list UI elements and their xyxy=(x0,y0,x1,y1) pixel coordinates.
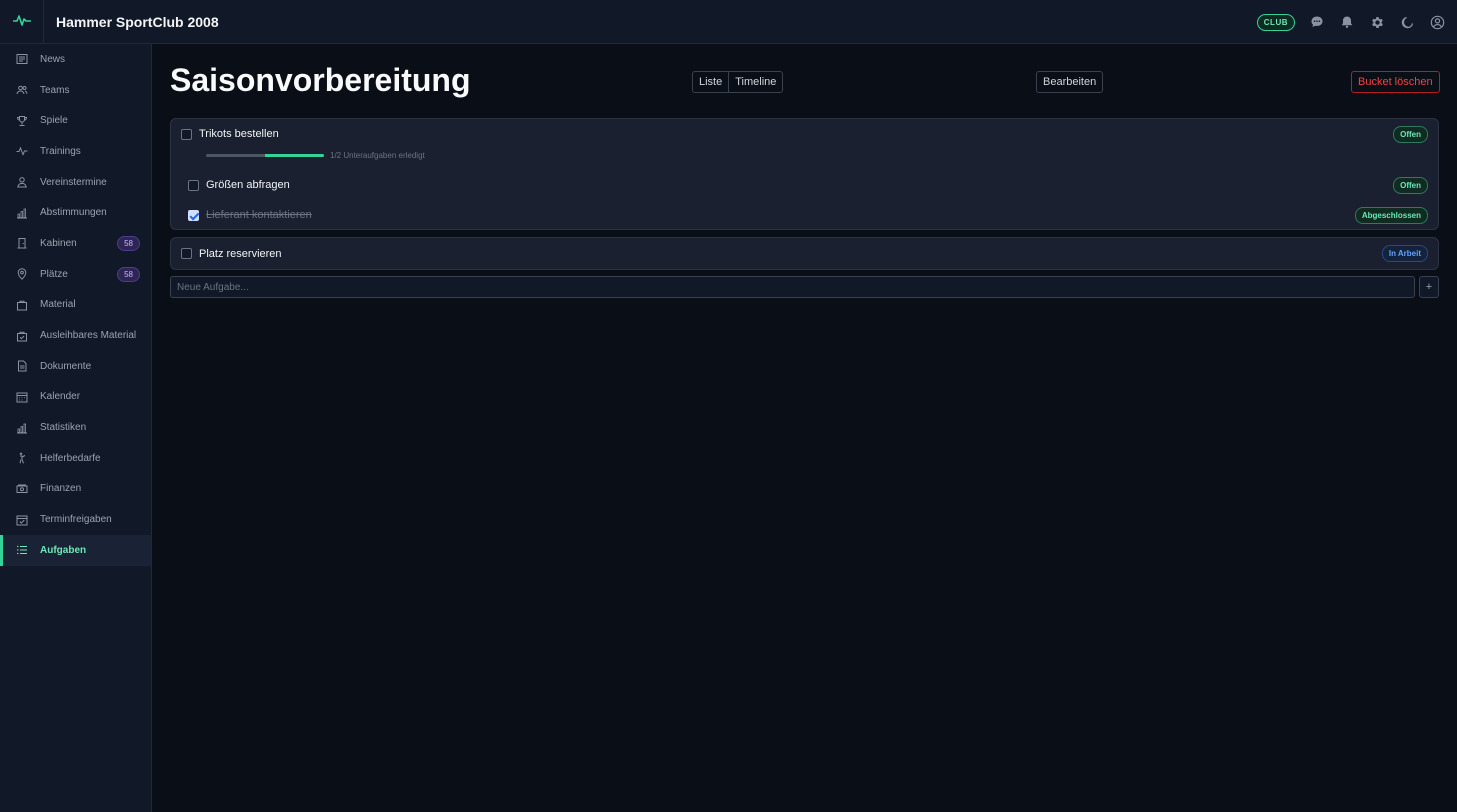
task-card: Trikots bestellen Offen 1/2 Unteraufgabe… xyxy=(170,118,1439,230)
bell-icon[interactable] xyxy=(1339,14,1355,30)
sidebar-item-label: Terminfreigaben xyxy=(40,514,112,526)
subtask-row: Lieferant kontaktieren Abgeschlossen xyxy=(181,200,1438,230)
sidebar-item-terminfreigaben[interactable]: Terminfreigaben xyxy=(0,504,151,535)
progress-bar xyxy=(206,153,324,157)
app-title: Hammer SportClub 2008 xyxy=(56,13,219,30)
person-icon xyxy=(16,176,28,188)
progress-fill xyxy=(265,153,324,157)
task-name[interactable]: Trikots bestellen xyxy=(199,128,279,140)
users-icon xyxy=(16,84,28,96)
sidebar-item-abstimmungen[interactable]: Abstimmungen xyxy=(0,197,151,228)
sidebar-item-statistiken[interactable]: Statistiken xyxy=(0,412,151,443)
status-badge: Offen xyxy=(1393,176,1428,194)
sidebar-item-teams[interactable]: Teams xyxy=(0,75,151,106)
sidebar-item-label: Trainings xyxy=(40,145,81,157)
sidebar-item-label: Plätze xyxy=(40,268,68,280)
user-icon[interactable] xyxy=(1429,14,1445,30)
moon-icon[interactable] xyxy=(1399,14,1415,30)
sidebar-item-label: Material xyxy=(40,299,76,311)
sidebar-item-dokumente[interactable]: Dokumente xyxy=(0,351,151,382)
task-row: Platz reservieren In Arbeit xyxy=(181,238,1438,269)
subtask-progress: 1/2 Unteraufgaben erledigt xyxy=(181,149,1438,161)
subtask-checkbox[interactable] xyxy=(188,179,199,191)
sidebar-item-aufgaben[interactable]: Aufgaben xyxy=(0,535,151,566)
sidebar-item-news[interactable]: News xyxy=(0,44,151,75)
sidebar-item-trainings[interactable]: Trainings xyxy=(0,136,151,167)
calendar-icon xyxy=(16,391,28,403)
status-badge: Abgeschlossen xyxy=(1354,206,1428,224)
header-actions: CLUB xyxy=(1256,0,1445,44)
sidebar-item-label: Aufgaben xyxy=(40,544,87,556)
sidebar-item-label: Kabinen xyxy=(40,237,77,249)
subtask-name[interactable]: Größen abfragen xyxy=(206,179,290,191)
new-task-input[interactable] xyxy=(170,276,1415,298)
count-badge: 58 xyxy=(117,266,140,282)
sidebar-item-spiele[interactable]: Spiele xyxy=(0,105,151,136)
status-badge: In Arbeit xyxy=(1381,245,1428,262)
sidebar-item-vereinstermine[interactable]: Vereinstermine xyxy=(0,167,151,198)
task-checkbox[interactable] xyxy=(181,248,192,259)
sidebar-item-label: Abstimmungen xyxy=(40,207,107,219)
sidebar-item-label: Teams xyxy=(40,84,70,96)
sidebar-item-label: News xyxy=(40,53,66,65)
sidebar-item-label: Kalender xyxy=(40,391,81,403)
view-toggle-timeline[interactable]: Timeline xyxy=(728,72,782,92)
gear-icon[interactable] xyxy=(1369,14,1385,30)
money-icon xyxy=(16,483,28,495)
top-bar: Hammer SportClub 2008 CLUB xyxy=(0,0,1457,44)
subtask-checkbox-checked[interactable] xyxy=(188,209,199,221)
sidebar-item-label: Vereinstermine xyxy=(40,176,107,188)
sidebar-item-finanzen[interactable]: Finanzen xyxy=(0,474,151,505)
sidebar-item-label: Statistiken xyxy=(40,422,87,434)
club-badge[interactable]: CLUB xyxy=(1256,13,1295,31)
list-icon xyxy=(16,544,28,556)
task-card: Platz reservieren In Arbeit xyxy=(170,237,1439,270)
pulse-logo-icon xyxy=(12,13,31,31)
view-toggle-liste[interactable]: Liste xyxy=(693,72,728,92)
count-badge: 58 xyxy=(117,235,140,251)
add-task-button[interactable]: + xyxy=(1419,276,1439,298)
map-pin-icon xyxy=(16,268,28,281)
task-name[interactable]: Platz reservieren xyxy=(199,248,282,260)
sidebar-item-label: Helferbedarfe xyxy=(40,452,101,464)
bar-chart-icon xyxy=(16,422,28,434)
sidebar: News Teams Spiele Trainings Vereinstermi… xyxy=(0,44,152,812)
delete-bucket-button[interactable]: Bucket löschen xyxy=(1351,71,1440,93)
calendar-check-icon xyxy=(16,514,28,526)
sidebar-item-ausleihbares-material[interactable]: Ausleihbares Material xyxy=(0,320,151,351)
sidebar-item-kalender[interactable]: Kalender xyxy=(0,382,151,413)
chat-icon[interactable] xyxy=(1309,14,1325,30)
sidebar-item-label: Finanzen xyxy=(40,483,82,495)
status-badge: Offen xyxy=(1393,125,1428,143)
logo[interactable] xyxy=(0,0,44,44)
sidebar-item-helferbedarfe[interactable]: Helferbedarfe xyxy=(0,443,151,474)
bag-check-icon xyxy=(16,330,28,342)
progress-text: 1/2 Unteraufgaben erledigt xyxy=(330,150,425,160)
task-checkbox[interactable] xyxy=(181,128,192,140)
bar-chart-icon xyxy=(16,207,28,219)
subtask-name[interactable]: Lieferant kontaktieren xyxy=(206,209,312,221)
task-row: Trikots bestellen Offen xyxy=(181,119,1438,149)
subtask-row: Größen abfragen Offen xyxy=(181,170,1438,200)
sidebar-item-label: Ausleihbares Material xyxy=(40,330,137,342)
edit-button[interactable]: Bearbeiten xyxy=(1036,71,1104,93)
door-icon xyxy=(16,237,28,249)
sidebar-item-label: Dokumente xyxy=(40,360,92,372)
newspaper-icon xyxy=(16,53,28,65)
trophy-icon xyxy=(16,115,28,127)
sidebar-item-kabinen[interactable]: Kabinen 58 xyxy=(0,228,151,259)
bag-icon xyxy=(16,299,28,311)
helper-icon xyxy=(16,452,28,464)
document-icon xyxy=(16,360,28,372)
sidebar-item-material[interactable]: Material xyxy=(0,290,151,321)
activity-icon xyxy=(16,145,28,157)
sidebar-item-label: Spiele xyxy=(40,115,68,127)
page-title: Saisonvorbereitung xyxy=(170,62,471,98)
sidebar-item-plaetze[interactable]: Plätze 58 xyxy=(0,259,151,290)
view-toggle: Liste Timeline xyxy=(692,71,784,93)
